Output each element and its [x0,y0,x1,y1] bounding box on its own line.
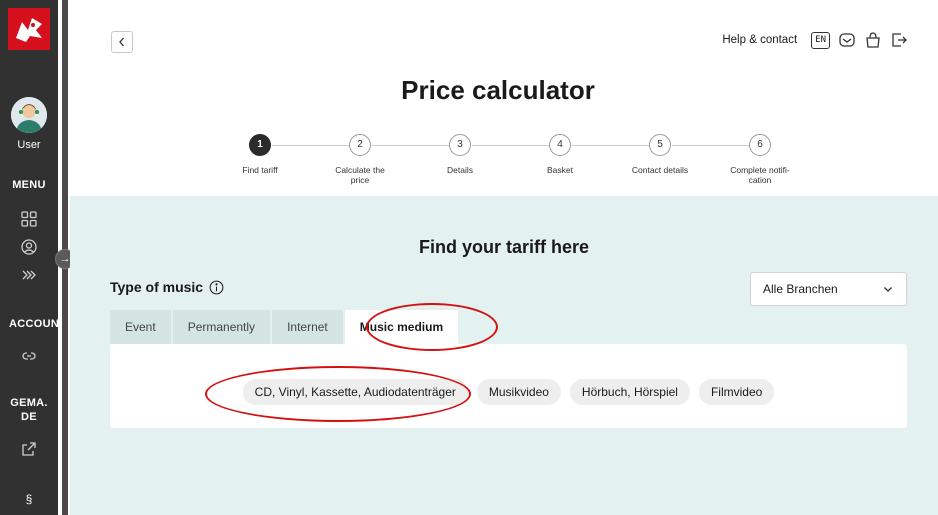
step-label: Complete notifi-cation [730,165,790,185]
grid-icon[interactable] [20,210,38,228]
step-number: 4 [549,134,571,156]
step-number: 1 [249,134,271,156]
step-find-tariff[interactable]: 1 Find tariff [210,134,310,175]
basket-icon[interactable] [864,31,882,49]
step-number: 5 [649,134,671,156]
step-details[interactable]: 3 Details [410,134,510,175]
price-calculator-page: User MENU ACCOUN GEMA. DE § → Help & con… [0,0,938,515]
industry-dropdown[interactable]: Alle Branchen [750,272,907,306]
user-avatar[interactable] [11,97,47,133]
gema-logo[interactable] [8,8,50,50]
language-switcher[interactable]: EN [811,31,830,49]
chevron-down-icon [884,287,892,292]
type-of-music-text: Type of music [110,279,204,295]
step-number: 3 [449,134,471,156]
step-label: Basket [547,165,573,175]
link-icon[interactable] [20,347,38,365]
step-number: 2 [349,134,371,156]
step-basket[interactable]: 4 Basket [510,134,610,175]
highlight-cd-vinyl-chip [205,366,471,422]
step-label: Details [447,165,473,175]
chip-musikvideo[interactable]: Musikvideo [476,379,561,405]
chip-hoerbuch[interactable]: Hörbuch, Hörspiel [569,379,690,405]
section-heading: Find your tariff here [418,237,589,257]
section-sign-icon[interactable]: § [0,492,58,506]
progress-stepper: 1 Find tariff 2 Calculate the price 3 De… [200,134,840,194]
logout-icon[interactable] [890,31,908,49]
left-sidebar: User MENU ACCOUN GEMA. DE § [0,0,60,515]
double-chevron-icon[interactable] [20,266,38,284]
step-label: Find tariff [242,165,278,175]
tab-internet[interactable]: Internet [272,310,343,344]
mail-icon[interactable] [838,31,856,49]
chip-filmvideo[interactable]: Filmvideo [698,379,775,405]
type-of-music-label: Type of music [110,279,224,295]
top-right-toolbar: Help & contact EN [722,31,908,49]
page-title: Price calculator [401,75,595,105]
step-contact-details[interactable]: 5 Contact details [610,134,710,175]
tab-event[interactable]: Event [110,310,171,344]
external-link-icon[interactable] [20,440,38,458]
step-complete-notification[interactable]: 6 Complete notifi-cation [710,134,810,185]
tab-permanently[interactable]: Permanently [172,310,271,344]
highlight-music-medium-tab [366,303,498,351]
user-circle-icon[interactable] [20,238,38,256]
dropdown-value: Alle Branchen [763,282,838,296]
gema-link-label-2[interactable]: DE [0,411,58,423]
step-number: 6 [749,134,771,156]
info-icon[interactable] [209,280,224,295]
account-heading: ACCOUN [9,318,60,330]
help-contact-link[interactable]: Help & contact [722,34,797,46]
tariff-finder-section: Find your tariff here Type of music Alle… [70,196,938,515]
gema-link-label-1[interactable]: GEMA. [0,397,58,409]
user-label: User [17,139,41,151]
step-calculate-price[interactable]: 2 Calculate the price [310,134,410,185]
menu-heading: MENU [12,179,46,191]
step-label: Calculate the price [335,165,385,185]
back-button[interactable] [111,31,133,53]
step-label: Contact details [631,165,689,175]
